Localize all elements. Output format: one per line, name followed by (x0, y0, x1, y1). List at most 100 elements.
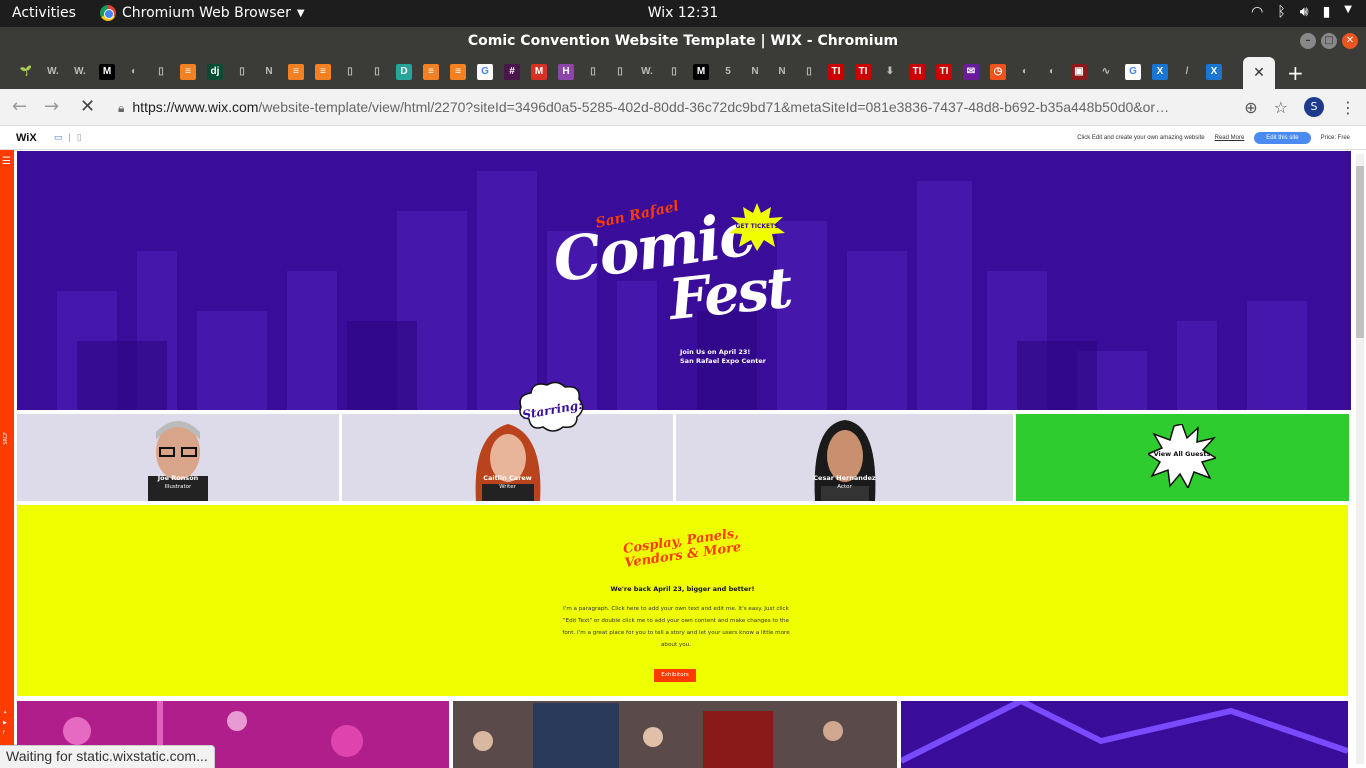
tab[interactable]: W. (635, 62, 659, 82)
view-all-guests-panel[interactable]: View All Guests (1016, 414, 1349, 501)
tab[interactable]: N (257, 62, 281, 82)
tab[interactable]: ▯ (230, 62, 254, 82)
tab[interactable]: dj (203, 62, 227, 82)
new-tab-button[interactable]: + (1287, 61, 1304, 85)
exhibitors-button[interactable]: Exhibitors (654, 669, 696, 682)
tab[interactable]: M (527, 62, 551, 82)
wifi-icon[interactable]: ◠ (1251, 4, 1263, 20)
tab[interactable]: ◐ (1013, 62, 1037, 82)
volume-icon[interactable]: 🔊︎ (1300, 4, 1309, 20)
tab[interactable]: / (1175, 62, 1199, 82)
window-title-bar: Comic Convention Website Template | WIX … (0, 27, 1366, 55)
stop-loading-button[interactable]: ✕ (80, 96, 95, 117)
tab[interactable]: ≡ (176, 62, 200, 82)
twitter-icon[interactable]: ✦ (3, 710, 7, 716)
page-scrollbar[interactable] (1356, 154, 1364, 764)
app-menu-label: Chromium Web Browser (122, 5, 291, 21)
tab[interactable]: 5 (716, 62, 740, 82)
tab[interactable]: ▯ (662, 62, 686, 82)
github-icon: ◐ (1017, 64, 1033, 80)
app-menu[interactable]: Chromium Web Browser ▼ (100, 5, 305, 21)
wix-logo[interactable]: WiX (16, 132, 37, 144)
tab[interactable]: G (1121, 62, 1145, 82)
youtube-icon[interactable]: ▶ (3, 720, 7, 726)
bluetooth-icon[interactable]: ᛒ (1277, 4, 1285, 20)
gallery-photo[interactable] (901, 701, 1348, 768)
guest-card[interactable]: Caitlin Carew Writer (342, 414, 673, 501)
view-all-guests-button[interactable]: View All Guests (1148, 450, 1216, 458)
bookmark-star-icon[interactable]: ☆ (1274, 98, 1288, 117)
page-icon: ▯ (612, 64, 628, 80)
tab[interactable]: ▯ (338, 62, 362, 82)
stackoverflow-icon: ≡ (288, 64, 304, 80)
activities-button[interactable]: Activities (12, 5, 76, 21)
tab[interactable]: TI (932, 62, 956, 82)
tab[interactable]: # (500, 62, 524, 82)
facebook-icon[interactable]: f (3, 730, 7, 736)
close-button[interactable]: ✕ (1342, 33, 1358, 49)
read-more-link[interactable]: Read More (1215, 135, 1245, 141)
tab[interactable]: ▣ (1067, 62, 1091, 82)
profile-avatar[interactable]: S (1304, 97, 1324, 117)
chevron-down-icon[interactable]: ▼ (1344, 4, 1352, 20)
page-icon: ▯ (153, 64, 169, 80)
tab[interactable]: TI (905, 62, 929, 82)
ti-icon: TI (855, 64, 871, 80)
tab[interactable]: W. (41, 62, 65, 82)
tab[interactable]: ≡ (419, 62, 443, 82)
battery-icon[interactable]: ▮ (1323, 4, 1331, 20)
url-host: https://www.wix.com (132, 99, 259, 115)
clock[interactable]: Wix 12:31 (648, 5, 719, 21)
tab[interactable]: ▯ (581, 62, 605, 82)
chevron-down-icon: ▼ (296, 7, 305, 19)
desktop-view-icon[interactable]: ▭ (54, 132, 63, 143)
tab[interactable]: ▯ (149, 62, 173, 82)
tab[interactable]: ▯ (608, 62, 632, 82)
tab[interactable]: ⬇ (878, 62, 902, 82)
scrollbar-thumb[interactable] (1356, 166, 1364, 338)
guest-card[interactable]: Cesar Hernandez Actor (676, 414, 1013, 501)
tab[interactable]: H (554, 62, 578, 82)
back-button[interactable]: ← (12, 96, 27, 117)
tab[interactable]: ≡ (311, 62, 335, 82)
tab[interactable]: W. (68, 62, 92, 82)
zoom-icon[interactable]: ⊕ (1244, 98, 1257, 117)
tab[interactable]: ◐ (122, 62, 146, 82)
edit-site-button[interactable]: Edit this site (1254, 132, 1311, 144)
tab[interactable]: TI (851, 62, 875, 82)
tab[interactable]: M (95, 62, 119, 82)
get-tickets-button[interactable]: GET TICKETS (729, 223, 785, 230)
hamburger-menu-icon[interactable]: ☰ (2, 156, 11, 167)
forward-button[interactable]: → (44, 96, 59, 117)
tab[interactable]: N (743, 62, 767, 82)
tab[interactable]: ◷ (986, 62, 1010, 82)
tab[interactable]: X (1148, 62, 1172, 82)
tab[interactable]: ✉ (959, 62, 983, 82)
guest-card[interactable]: Joe Ronson Illustrator (17, 414, 339, 501)
tab[interactable]: N (770, 62, 794, 82)
close-tab-icon[interactable]: ✕ (1253, 65, 1265, 81)
mobile-view-icon[interactable]: ▯ (77, 132, 82, 143)
page-icon: ▯ (585, 64, 601, 80)
lock-icon[interactable]: 🔒︎ (118, 101, 124, 115)
menu-kebab-icon[interactable]: ⋮ (1340, 98, 1356, 117)
gallery-photo[interactable] (453, 701, 897, 768)
x-icon: X (1152, 64, 1168, 80)
tab[interactable]: G (473, 62, 497, 82)
tab[interactable]: ▯ (365, 62, 389, 82)
minimize-button[interactable]: – (1300, 33, 1316, 49)
tab[interactable]: ∿ (1094, 62, 1118, 82)
tab[interactable]: D (392, 62, 416, 82)
maximize-button[interactable]: □ (1321, 33, 1337, 49)
tab[interactable]: ≡ (446, 62, 470, 82)
tab[interactable]: ▯ (797, 62, 821, 82)
guest-name: Caitlin Carew (483, 474, 532, 482)
address-bar[interactable]: 🔒︎ https://www.wix.com/website-template/v… (118, 94, 1258, 121)
tab[interactable]: ◐ (1040, 62, 1064, 82)
active-tab[interactable]: ✕ (1243, 57, 1275, 89)
tab[interactable]: X (1202, 62, 1226, 82)
tab[interactable]: M (689, 62, 713, 82)
tab[interactable]: TI (824, 62, 848, 82)
tab[interactable]: ≡ (284, 62, 308, 82)
tab[interactable]: 🌱 (14, 62, 38, 82)
